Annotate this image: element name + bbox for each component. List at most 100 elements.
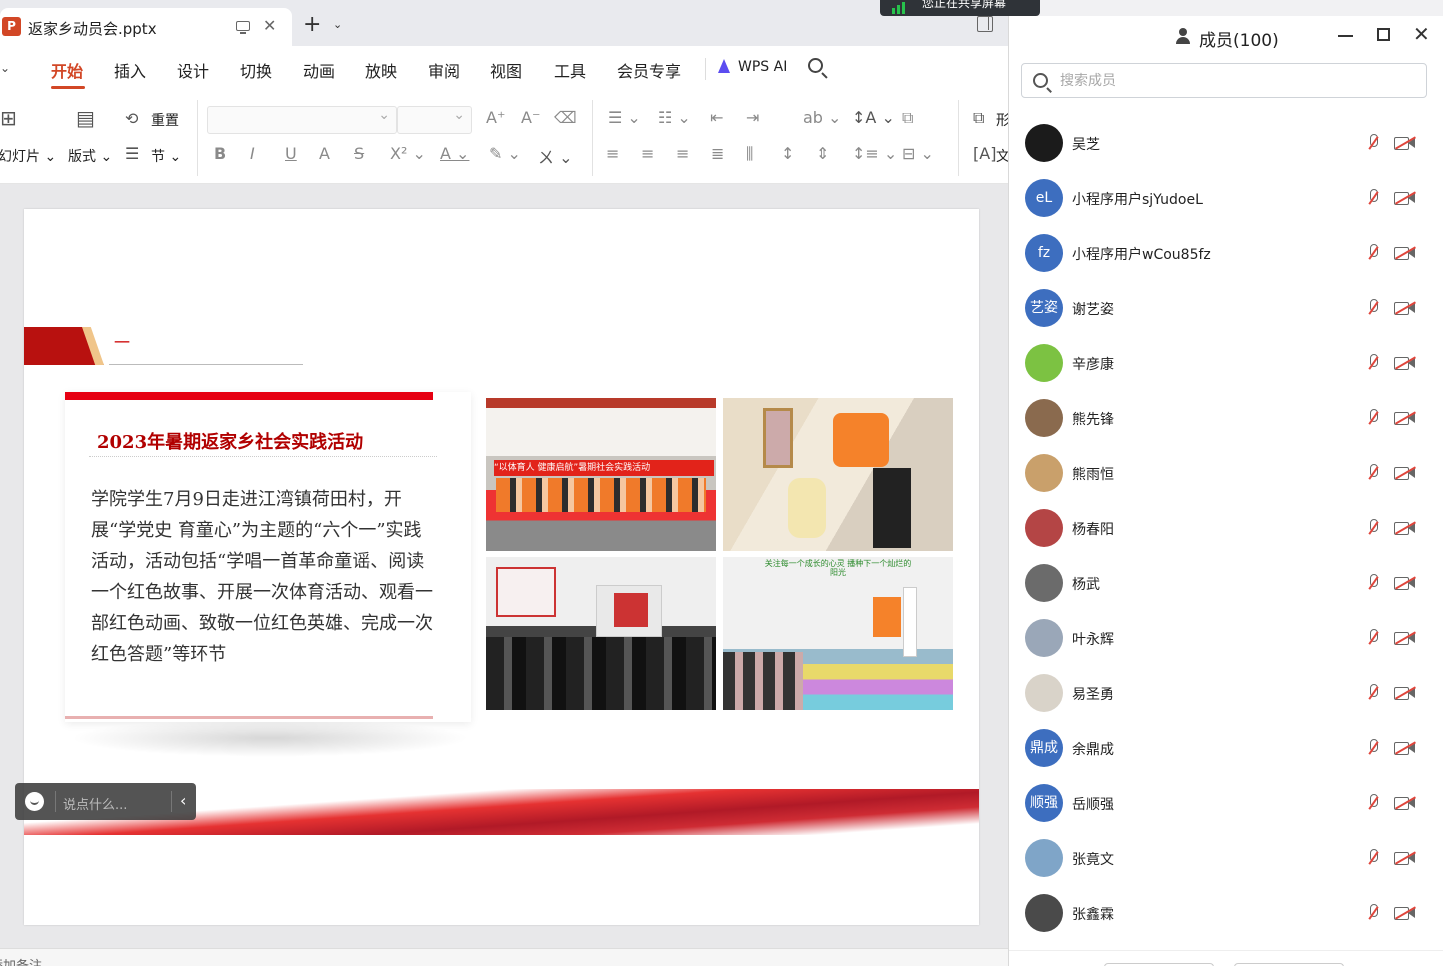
search-icon[interactable]	[808, 58, 823, 73]
text-box-align-icon[interactable]: ⊟ ⌄	[902, 144, 934, 163]
wps-ai-button[interactable]: WPS AI	[716, 59, 787, 75]
camera-off-icon[interactable]	[1394, 686, 1416, 700]
clear-format-icon[interactable]: ⌫	[554, 108, 577, 127]
member-search-input[interactable]	[1060, 70, 1410, 92]
camera-off-icon[interactable]	[1394, 521, 1416, 535]
member-search[interactable]	[1021, 63, 1427, 98]
camera-off-icon[interactable]	[1394, 356, 1416, 370]
new-slide-button[interactable]: 幻灯片 ⌄	[0, 146, 56, 166]
chat-placeholder[interactable]: 说点什么...	[63, 794, 127, 813]
mic-muted-icon[interactable]	[1365, 903, 1381, 923]
tab-member[interactable]: 会员专享	[617, 58, 681, 82]
mic-muted-icon[interactable]	[1365, 683, 1381, 703]
italic-icon[interactable]: I	[250, 144, 255, 163]
new-tab-plus-icon[interactable]: +	[303, 14, 321, 36]
font-size-select[interactable]	[397, 106, 472, 134]
shape-icon[interactable]: ⧉	[973, 108, 984, 128]
align-left-icon[interactable]: ≡	[606, 144, 619, 163]
increase-indent-icon[interactable]: ⇥	[746, 108, 759, 127]
numbered-list-icon[interactable]: ☷ ⌄	[658, 108, 691, 127]
font-family-select[interactable]	[207, 106, 397, 134]
increase-font-icon[interactable]: A⁺	[486, 108, 505, 127]
superscript-icon[interactable]: X² ⌄	[390, 144, 426, 163]
strikethrough-icon[interactable]: S	[354, 144, 364, 163]
tab-transitions[interactable]: 切换	[240, 58, 272, 82]
camera-off-icon[interactable]	[1394, 411, 1416, 425]
mic-muted-icon[interactable]	[1365, 463, 1381, 483]
tab-slideshow[interactable]: 放映	[365, 58, 397, 82]
mic-muted-icon[interactable]	[1365, 738, 1381, 758]
document-tab[interactable]: P 返家乡动员会.pptx ✕	[0, 8, 292, 46]
member-row[interactable]: 杨春阳	[1009, 501, 1443, 556]
convert-smartart-icon[interactable]: ⧉	[902, 108, 913, 128]
mic-muted-icon[interactable]	[1365, 353, 1381, 373]
align-center-icon[interactable]: ≡	[641, 144, 654, 163]
chat-input-box[interactable]: 说点什么... ‹	[15, 783, 196, 820]
member-row[interactable]: 艺姿 谢艺姿	[1009, 281, 1443, 336]
mic-muted-icon[interactable]	[1365, 243, 1381, 263]
emoji-icon[interactable]	[25, 792, 44, 811]
camera-off-icon[interactable]	[1394, 741, 1416, 755]
text-effect-icon[interactable]: A	[319, 144, 330, 163]
member-row[interactable]: eL 小程序用户sjYudoeL	[1009, 171, 1443, 226]
maximize-icon[interactable]	[1377, 28, 1390, 41]
activity-photo-group[interactable]: “以体育人 健康启航”暑期社会实践活动	[486, 398, 716, 551]
member-row[interactable]: 吴芝	[1009, 116, 1443, 171]
camera-off-icon[interactable]	[1394, 576, 1416, 590]
activity-photo-play[interactable]: 关注每一个成长的心灵 播种下一个灿烂的阳光	[723, 557, 953, 710]
decrease-indent-icon[interactable]: ⇤	[710, 108, 723, 127]
mic-muted-icon[interactable]	[1365, 793, 1381, 813]
slide-title-text[interactable]: 一	[114, 329, 130, 353]
member-row[interactable]: 易圣勇	[1009, 666, 1443, 721]
align-right-icon[interactable]: ≡	[676, 144, 689, 163]
close-icon[interactable]: ✕	[1413, 22, 1430, 46]
mic-muted-icon[interactable]	[1365, 628, 1381, 648]
member-row[interactable]: fz 小程序用户wCou85fz	[1009, 226, 1443, 281]
member-row[interactable]: 熊先锋	[1009, 391, 1443, 446]
text-direction-icon[interactable]: ab ⌄	[803, 108, 841, 127]
layout-icon[interactable]: ▤	[76, 106, 95, 130]
text-box-icon[interactable]: [A]	[973, 144, 996, 163]
activity-photo-classroom[interactable]	[486, 557, 716, 710]
tab-review[interactable]: 审阅	[428, 58, 460, 82]
decrease-font-icon[interactable]: A⁻	[521, 108, 540, 127]
mic-muted-icon[interactable]	[1365, 408, 1381, 428]
layout-button[interactable]: 版式 ⌄	[68, 146, 112, 166]
section-button[interactable]: 节 ⌄	[151, 146, 181, 166]
card-title[interactable]: 2023年暑期返家乡社会实践活动	[97, 428, 363, 454]
reset-button[interactable]: 重置	[151, 110, 179, 130]
member-row[interactable]: 叶永辉	[1009, 611, 1443, 666]
camera-off-icon[interactable]	[1394, 906, 1416, 920]
member-row[interactable]: 顺强 岳顺强	[1009, 776, 1443, 831]
camera-off-icon[interactable]	[1394, 796, 1416, 810]
phonetic-guide-icon[interactable]: ㄨ ⌄	[538, 144, 573, 168]
section-icon[interactable]: ☰	[125, 144, 139, 163]
bullet-list-icon[interactable]: ☰ ⌄	[608, 108, 641, 127]
chevron-left-icon[interactable]: ‹	[180, 791, 186, 810]
highlight-icon[interactable]: ✎ ⌄	[489, 144, 521, 163]
member-row[interactable]: 鼎成 余鼎成	[1009, 721, 1443, 776]
minimize-icon[interactable]	[1338, 35, 1353, 37]
line-spacing-icon[interactable]: ↕	[781, 144, 794, 163]
notes-bar[interactable]: 添加备注	[0, 948, 1008, 966]
camera-off-icon[interactable]	[1394, 301, 1416, 315]
mic-muted-icon[interactable]	[1365, 298, 1381, 318]
sort-icon[interactable]: ↕A ⌄	[852, 108, 895, 127]
member-row[interactable]: 辛彦康	[1009, 336, 1443, 391]
tab-design[interactable]: 设计	[177, 58, 209, 82]
camera-off-icon[interactable]	[1394, 851, 1416, 865]
underline-icon[interactable]: U	[285, 144, 297, 163]
member-row[interactable]: 熊雨恒	[1009, 446, 1443, 501]
card-body-text[interactable]: 学院学生7月9日走进江湾镇荷田村，开展“学党史 育童心”为主题的“六个一”实践活…	[91, 484, 437, 670]
member-row[interactable]: 杨武	[1009, 556, 1443, 611]
activity-photo-teacher[interactable]	[723, 398, 953, 551]
tab-animations[interactable]: 动画	[303, 58, 335, 82]
notes-placeholder[interactable]: 添加备注	[0, 955, 42, 966]
paragraph-spacing-icon[interactable]: ⇕	[816, 144, 829, 163]
new-slide-icon[interactable]: ⊞	[0, 106, 17, 130]
mic-muted-icon[interactable]	[1365, 133, 1381, 153]
close-tab-icon[interactable]: ✕	[263, 16, 276, 35]
mic-muted-icon[interactable]	[1365, 573, 1381, 593]
menu-chevron-icon[interactable]: ⌄	[0, 61, 10, 75]
vertical-align-icon[interactable]: ↕≡ ⌄	[852, 144, 897, 163]
